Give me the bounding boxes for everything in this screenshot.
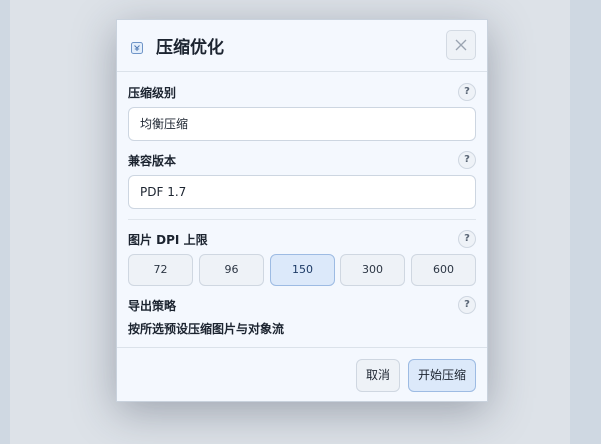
dpi-option-72[interactable]: 72 — [128, 254, 193, 286]
compat-version-label: 兼容版本 — [128, 154, 177, 168]
section-divider — [128, 219, 476, 220]
compat-version-field[interactable]: PDF 1.7 — [128, 175, 476, 209]
close-button[interactable] — [446, 30, 476, 60]
dpi-option-600[interactable]: 600 — [411, 254, 476, 286]
export-strategy-text: 按所选预设压缩图片与对象流 — [128, 322, 285, 336]
compression-level-label: 压缩级别 — [128, 86, 177, 100]
start-compress-button[interactable]: 开始压缩 — [408, 359, 476, 392]
export-strategy-label: 导出策略 — [128, 299, 177, 313]
compression-level-help-button[interactable]: ? — [458, 83, 476, 101]
compress-icon — [131, 39, 143, 54]
cancel-button[interactable]: 取消 — [356, 359, 400, 392]
dpi-limit-label: 图片 DPI 上限 — [128, 233, 208, 247]
compress-dialog: 压缩优化 压缩级别 ? 均衡压缩 兼容版本 ? PDF 1.7 图片 DPI 上… — [116, 19, 488, 402]
dialog-header: 压缩优化 — [117, 20, 487, 72]
dpi-option-150[interactable]: 150 — [270, 254, 335, 286]
dpi-option-96[interactable]: 96 — [199, 254, 264, 286]
close-icon — [455, 39, 467, 51]
dialog-title: 压缩优化 — [156, 38, 224, 58]
dialog-footer: 取消 开始压缩 — [117, 347, 487, 402]
compression-level-field[interactable]: 均衡压缩 — [128, 107, 476, 141]
dpi-limit-help-button[interactable]: ? — [458, 230, 476, 248]
dpi-option-300[interactable]: 300 — [340, 254, 405, 286]
export-strategy-help-button[interactable]: ? — [458, 296, 476, 314]
compat-version-help-button[interactable]: ? — [458, 151, 476, 169]
